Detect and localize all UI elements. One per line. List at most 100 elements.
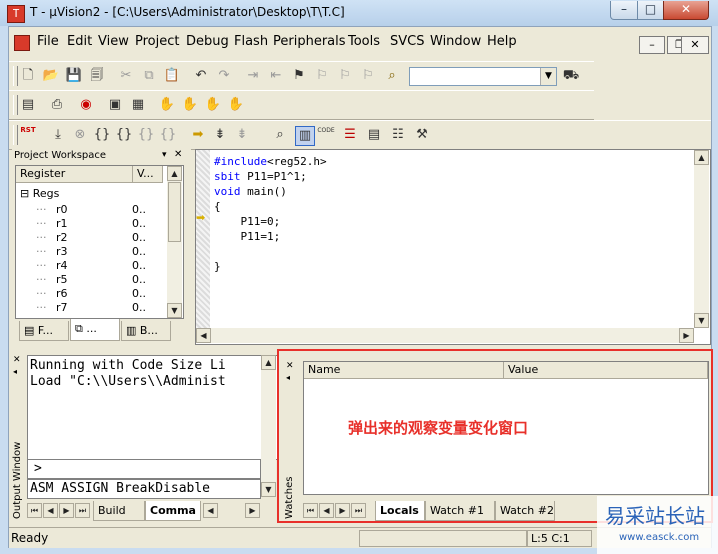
scroll-up-icon[interactable]: ▲	[167, 166, 182, 181]
tab-watch-2[interactable]: Watch #2	[495, 501, 555, 521]
trace-records-icon[interactable]: ⇟	[233, 126, 251, 144]
undo-icon[interactable]: ↶	[192, 67, 210, 85]
memory-window-icon[interactable]: ▤	[365, 126, 383, 144]
scroll-right-icon[interactable]: ▶	[245, 503, 260, 518]
command-input[interactable]: >	[27, 459, 261, 479]
unindent-icon[interactable]: ⇤	[267, 67, 285, 85]
reset-icon[interactable]: RST	[19, 126, 37, 144]
step-into-icon[interactable]: {}	[93, 126, 111, 144]
scroll-left-icon[interactable]: ◀	[203, 503, 218, 518]
new-file-icon[interactable]: 🗋	[19, 67, 37, 85]
disassembly-icon[interactable]: ▦	[129, 96, 147, 114]
tab-prev-icon[interactable]: ◀	[319, 503, 334, 518]
tab-first-icon[interactable]: ⏮	[303, 503, 318, 518]
hand-icon[interactable]: ✋	[158, 96, 176, 114]
performance-analyzer-icon[interactable]: ☰	[341, 126, 359, 144]
close-button[interactable]: ✕	[663, 1, 709, 20]
menu-peripherals[interactable]: Peripherals	[273, 34, 346, 49]
find-combo[interactable]: ▼	[409, 67, 557, 86]
step-over-icon[interactable]: {}	[115, 126, 133, 144]
menu-tools[interactable]: Tools	[348, 34, 380, 49]
mdi-minimize-button[interactable]: –	[639, 36, 665, 54]
code-editor[interactable]: ➡ #include<reg52.h> sbit P11=P1^1; void ma…	[195, 149, 711, 345]
tab-last-icon[interactable]: ⏭	[75, 503, 90, 518]
run-icon[interactable]: ⤓	[49, 126, 67, 144]
save-icon[interactable]: 💾	[65, 67, 83, 85]
output-vscroll[interactable]: ▲ ▼	[261, 355, 276, 497]
tab-prev-icon[interactable]: ◀	[43, 503, 58, 518]
open-folder-icon[interactable]: 📂	[42, 67, 60, 85]
debug-session-icon[interactable]: ◉	[77, 96, 95, 114]
tab-build[interactable]: Build	[93, 501, 145, 521]
output-text-area[interactable]: Running with Code Size Li Load "C:\\Users…	[27, 355, 279, 460]
indent-icon[interactable]: ⇥	[244, 67, 262, 85]
tab-first-icon[interactable]: ⏮	[27, 503, 42, 518]
print-icon[interactable]: ⎙	[48, 96, 66, 114]
workspace-close-icon[interactable]: ✕	[174, 149, 182, 160]
logic-analyzer-icon[interactable]: ☷	[389, 126, 407, 144]
watch-list[interactable]: Name Value 弹出来的观察变量变化窗口	[303, 361, 709, 495]
bookmark-icon[interactable]: ⚑	[290, 67, 308, 85]
save-all-icon[interactable]: 🗐	[88, 67, 106, 85]
show-next-statement-icon[interactable]: ➡	[189, 126, 207, 144]
disassembly-window-icon[interactable]: ⌕	[271, 126, 289, 144]
cut-icon[interactable]: ✂	[117, 67, 135, 85]
tab-watch-1[interactable]: Watch #1	[425, 501, 495, 521]
tab-locals[interactable]: Locals	[375, 501, 425, 521]
find-in-files-icon[interactable]: ⌕	[383, 67, 401, 85]
editor-gutter[interactable]	[196, 150, 210, 328]
stop-icon[interactable]: ⊗	[71, 126, 89, 144]
next-bookmark-icon[interactable]: ⚐	[313, 67, 331, 85]
editor-hscroll[interactable]: ◀ ▶	[196, 328, 694, 343]
binoculars-icon[interactable]: ⛟	[562, 67, 580, 85]
hand-stop-icon[interactable]: ✋	[181, 96, 199, 114]
regs-group[interactable]: ⊟ Regs	[20, 187, 59, 200]
hand-disabled-icon[interactable]: ✋	[204, 96, 222, 114]
document-icon[interactable]	[14, 35, 30, 51]
watch-name-header[interactable]: Name	[304, 362, 504, 379]
watches-close-icon[interactable]: ✕	[286, 361, 294, 371]
output-pin-icon[interactable]: ◂	[13, 367, 17, 376]
watch-window-icon[interactable]: ▥	[295, 126, 315, 146]
output-close-icon[interactable]: ✕	[13, 355, 21, 365]
value-column-header[interactable]: V...	[133, 166, 163, 183]
trace-icon[interactable]: ⇟	[211, 126, 229, 144]
register-column-header[interactable]: Register	[16, 166, 133, 183]
tab-registers[interactable]: ⧉ ...	[70, 319, 120, 341]
redo-icon[interactable]: ↷	[215, 67, 233, 85]
scroll-up-icon[interactable]: ▲	[694, 150, 709, 165]
menu-help[interactable]: Help	[487, 34, 517, 49]
menu-file[interactable]: File	[37, 34, 59, 49]
paste-icon[interactable]: 📋	[163, 67, 181, 85]
maximize-button[interactable]: □	[637, 1, 664, 20]
register-row[interactable]: ··· r4 0..	[36, 259, 146, 272]
menu-project[interactable]: Project	[135, 34, 179, 49]
menu-view[interactable]: View	[98, 34, 129, 49]
scroll-right-icon[interactable]: ▶	[679, 328, 694, 343]
copy-icon[interactable]: ⧉	[140, 67, 158, 85]
prev-bookmark-icon[interactable]: ⚐	[336, 67, 354, 85]
step-out-icon[interactable]: {}	[137, 126, 155, 144]
scroll-down-icon[interactable]: ▼	[261, 482, 276, 497]
menu-edit[interactable]: Edit	[67, 34, 92, 49]
window-icon[interactable]: ▣	[106, 96, 124, 114]
menu-window[interactable]: Window	[430, 34, 481, 49]
register-row[interactable]: ··· r1 0..	[36, 217, 146, 230]
tab-books[interactable]: ▥ B...	[121, 321, 171, 341]
register-row[interactable]: ··· r0 0..	[36, 203, 146, 216]
register-row[interactable]: ··· r3 0..	[36, 245, 146, 258]
register-row[interactable]: ··· r5 0..	[36, 273, 146, 286]
register-vscroll[interactable]: ▲ ▼	[167, 166, 182, 318]
editor-vscroll[interactable]: ▲ ▼	[694, 150, 709, 328]
menu-flash[interactable]: Flash	[234, 34, 268, 49]
scroll-up-icon[interactable]: ▲	[261, 355, 276, 370]
menu-svcs[interactable]: SVCS	[390, 34, 424, 49]
toolbox-icon[interactable]: ⚒	[413, 126, 431, 144]
scroll-down-icon[interactable]: ▼	[167, 303, 182, 318]
run-to-cursor-icon[interactable]: {}	[159, 126, 177, 144]
tab-last-icon[interactable]: ⏭	[351, 503, 366, 518]
register-row[interactable]: ··· r7 0..	[36, 301, 146, 314]
scroll-thumb[interactable]	[168, 182, 181, 242]
mdi-close-button[interactable]: ✕	[681, 36, 709, 54]
code-coverage-icon[interactable]: CODE	[317, 126, 335, 144]
